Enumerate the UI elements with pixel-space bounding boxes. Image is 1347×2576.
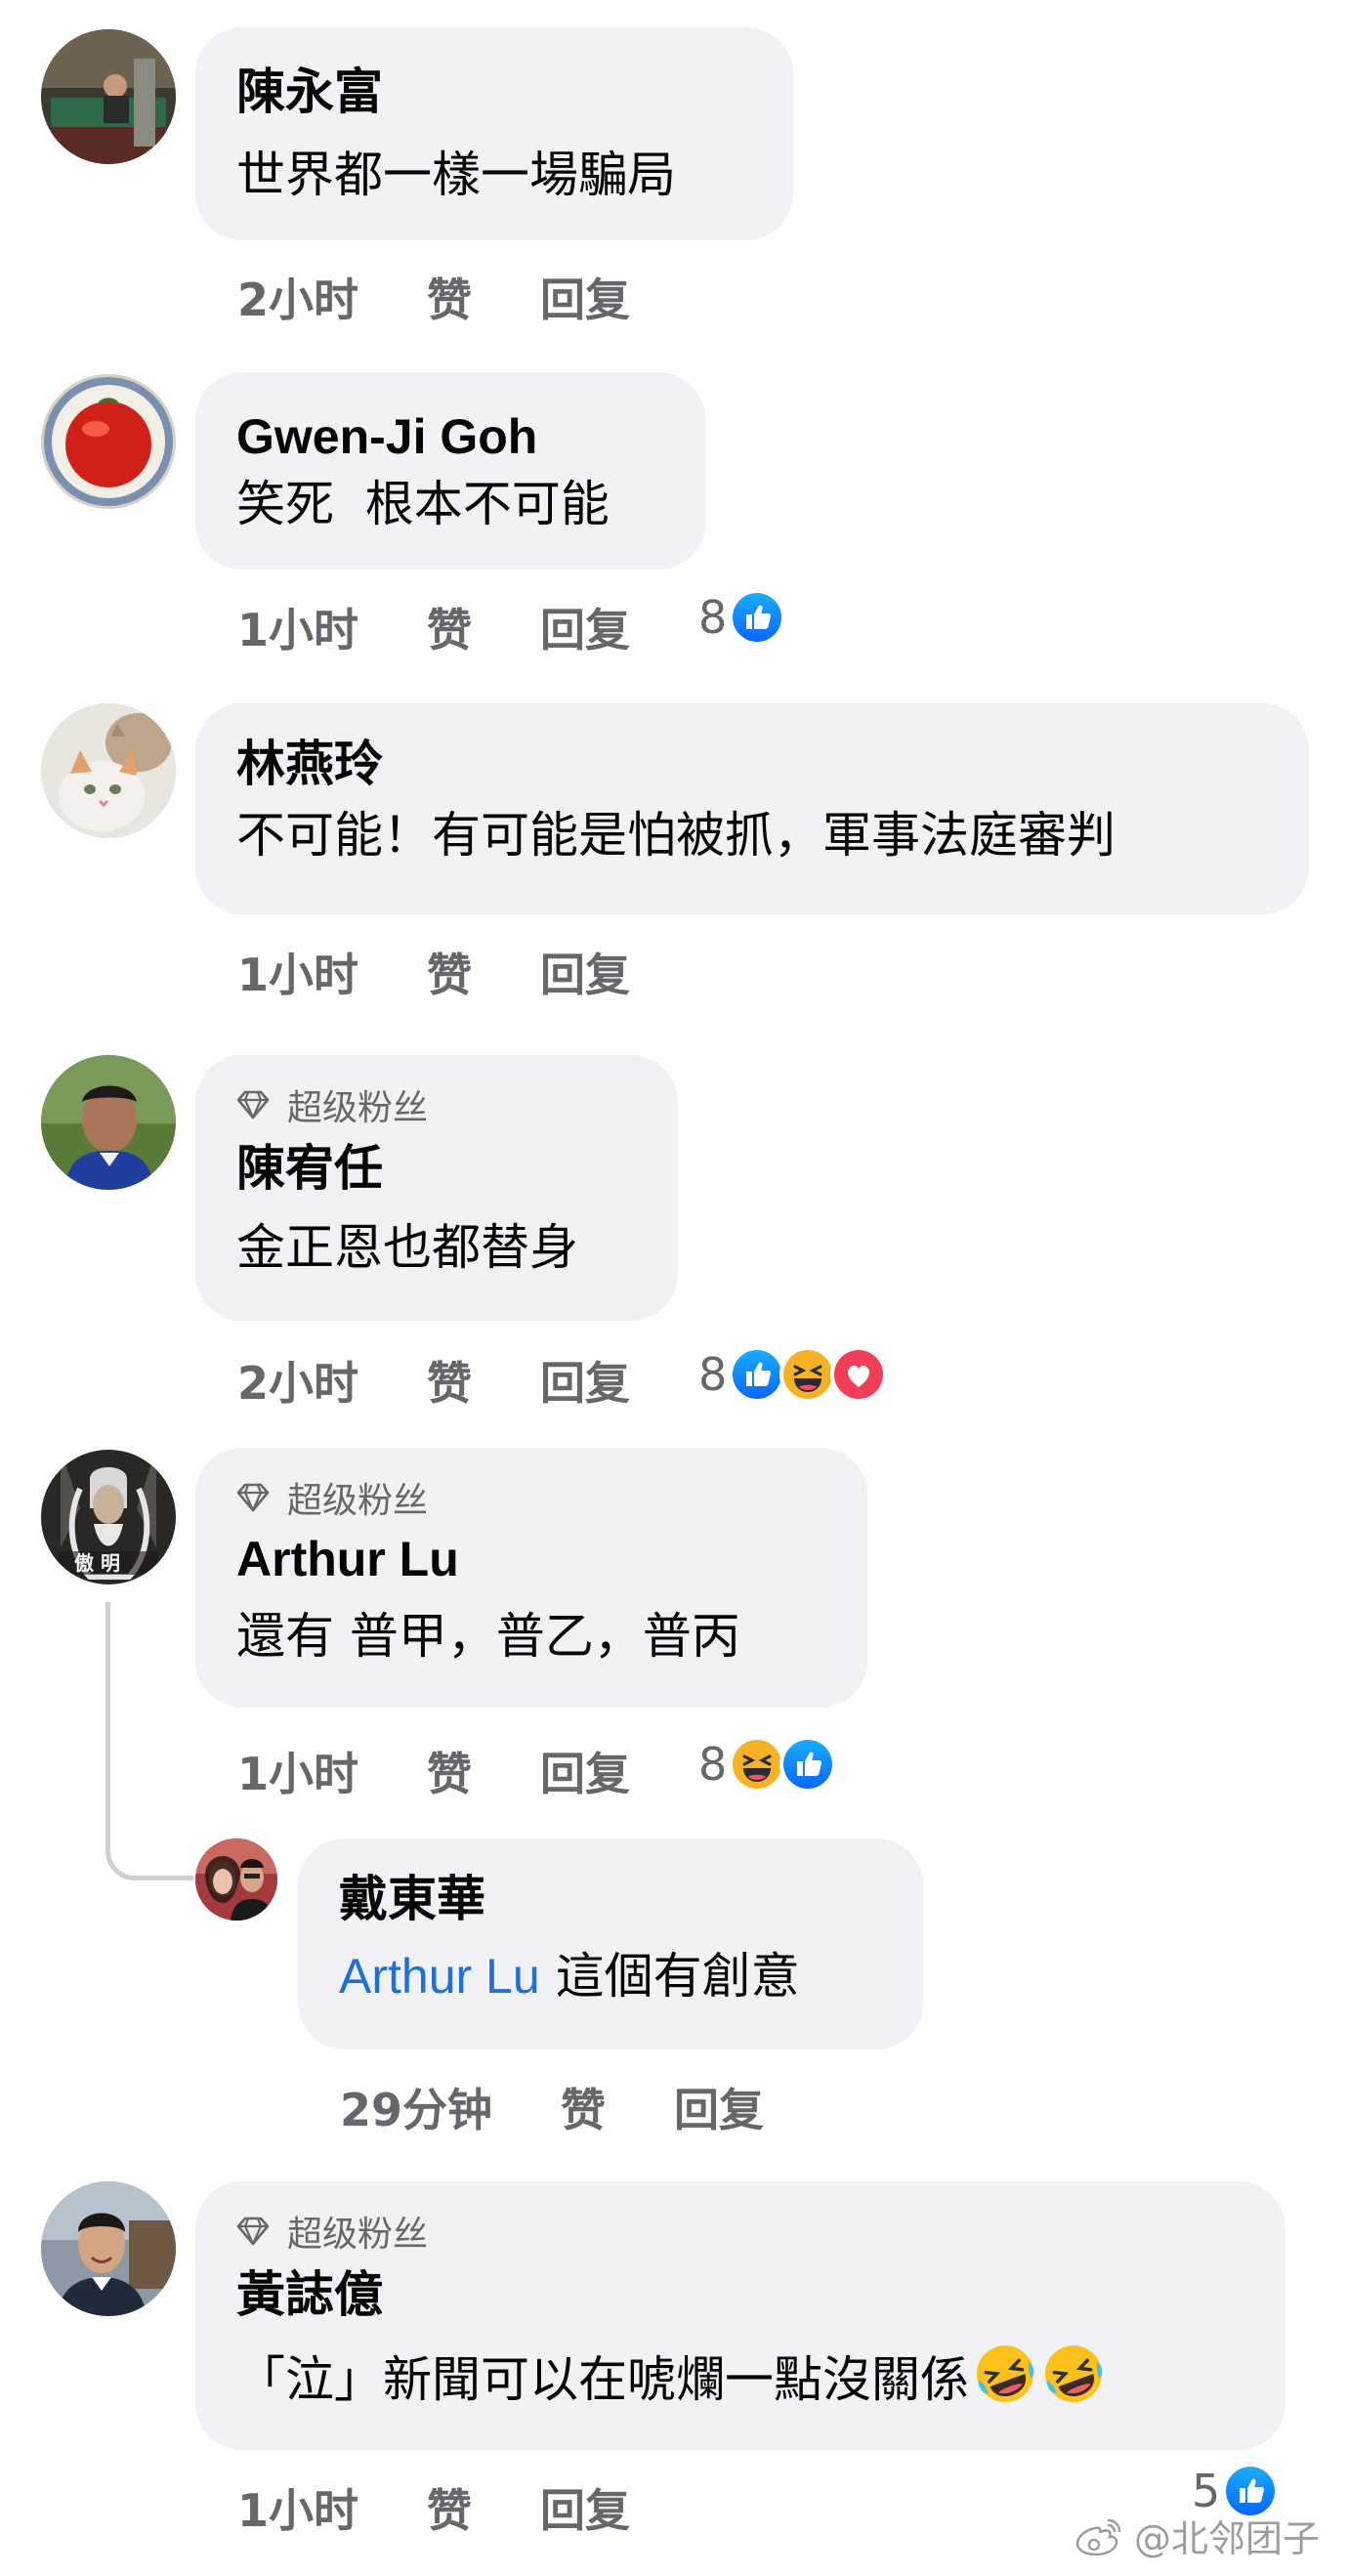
comment-meta: 1小时 赞 回复 8 <box>237 589 786 659</box>
comment-text: Arthur Lu 這個有創意 <box>339 1946 882 2006</box>
mention-link[interactable]: Arthur Lu <box>339 1949 540 2004</box>
like-button[interactable]: 赞 <box>561 2075 606 2139</box>
comment-bubble: 超级粉丝 陳宥任 金正恩也都替身 <box>195 1055 678 1321</box>
avatar[interactable] <box>41 1055 176 1190</box>
avatar[interactable] <box>41 703 176 838</box>
love-icon[interactable] <box>830 1346 888 1403</box>
avatar[interactable] <box>41 2181 176 2316</box>
weibo-icon <box>1075 2518 1121 2555</box>
comment-bubble: 戴東華 Arthur Lu 這個有創意 <box>298 1838 923 2049</box>
reaction-count[interactable]: 8 <box>698 591 727 644</box>
reply-button[interactable]: 回复 <box>674 2075 764 2139</box>
reply-text: 這個有創意 <box>555 1948 800 2005</box>
badge-label: 超级粉丝 <box>287 1481 429 1521</box>
comment-author[interactable]: 戴東華 <box>339 1870 882 1928</box>
avatar[interactable] <box>41 374 176 509</box>
haha-icon[interactable] <box>729 1736 786 1793</box>
rofl-icon <box>1041 2342 1106 2406</box>
rofl-icon <box>973 2342 1037 2406</box>
comment-author[interactable]: 陳宥任 <box>236 1139 637 1198</box>
comment-text: 還有 普甲，普乙，普丙 <box>236 1608 740 1665</box>
comment-author[interactable]: 黃誌億 <box>236 2265 1244 2324</box>
comment-bubble: 超级粉丝 Arthur Lu 還有 普甲，普乙，普丙 <box>195 1448 867 1708</box>
comment-author[interactable]: Gwen-Ji Goh <box>236 407 664 466</box>
comment-time[interactable]: 1小时 <box>237 940 358 1004</box>
comment-meta: 1小时 赞 回复 <box>237 943 698 1001</box>
comment-text: 「泣」新聞可以在唬爛一點沒關係 <box>236 2342 1244 2410</box>
like-icon[interactable] <box>729 589 786 646</box>
comment-time[interactable]: 1小时 <box>237 1739 358 1803</box>
avatar[interactable] <box>41 29 176 164</box>
comment-bubble: 林燕玲 不可能！有可能是怕被抓，軍事法庭審判 <box>195 703 1309 914</box>
reply-button[interactable]: 回复 <box>540 2475 630 2540</box>
comment-text: 不可能！有可能是怕被抓，軍事法庭審判 <box>236 807 1115 864</box>
comment-text: 笑死 根本不可能 <box>236 476 610 532</box>
comment-meta: 1小时 赞 回复 <box>237 2478 698 2537</box>
comment-text: 金正恩也都替身 <box>236 1219 578 1276</box>
reply-button[interactable]: 回复 <box>540 265 630 329</box>
like-button[interactable]: 赞 <box>427 265 472 329</box>
reaction-count[interactable]: 8 <box>698 1348 727 1401</box>
diamond-icon <box>236 2215 270 2248</box>
top-fan-badge: 超级粉丝 <box>236 1477 826 1521</box>
diamond-icon <box>236 1481 270 1514</box>
comment-bubble: 陳永富 世界都一樣一場騙局 <box>195 27 793 240</box>
comment-time[interactable]: 2小时 <box>237 1348 358 1413</box>
watermark: @北邻团子 <box>1075 2509 1320 2562</box>
comment-text: 世界都一樣一場騙局 <box>236 147 676 203</box>
comment-body: 「泣」新聞可以在唬爛一點沒關係 <box>236 2351 969 2408</box>
reply-button[interactable]: 回复 <box>540 1348 630 1413</box>
comment-bubble: Gwen-Ji Goh 笑死 根本不可能 <box>195 372 705 570</box>
comment-meta: 2小时 赞 回复 8 <box>237 1346 888 1413</box>
comment-meta: 2小时 赞 回复 <box>237 268 698 326</box>
reply-button[interactable]: 回复 <box>540 595 630 659</box>
avatar[interactable] <box>195 1838 277 1921</box>
like-button[interactable]: 赞 <box>427 1348 472 1413</box>
like-icon[interactable] <box>779 1736 837 1793</box>
diamond-icon <box>236 1088 270 1121</box>
comment-time[interactable]: 1小时 <box>237 595 358 659</box>
comment-author[interactable]: 林燕玲 <box>236 735 1268 793</box>
svg-text:傲 明: 傲 明 <box>74 1551 120 1575</box>
badge-label: 超级粉丝 <box>287 2215 429 2255</box>
comment-author[interactable]: Arthur Lu <box>236 1530 826 1588</box>
like-button[interactable]: 赞 <box>427 940 472 1004</box>
comment-author[interactable]: 陳永富 <box>236 63 752 121</box>
comment-time[interactable]: 2小时 <box>237 265 358 329</box>
badge-label: 超级粉丝 <box>287 1088 429 1128</box>
like-button[interactable]: 赞 <box>427 595 472 659</box>
haha-icon[interactable] <box>779 1346 837 1403</box>
reply-button[interactable]: 回复 <box>540 1739 630 1803</box>
top-fan-badge: 超级粉丝 <box>236 1084 637 1128</box>
like-button[interactable]: 赞 <box>427 1739 472 1803</box>
comment-meta: 29分钟 赞 回复 <box>340 2078 832 2136</box>
comment-time[interactable]: 1小时 <box>237 2475 358 2540</box>
thread-line <box>105 1602 193 1880</box>
like-button[interactable]: 赞 <box>427 2475 472 2540</box>
top-fan-badge: 超级粉丝 <box>236 2211 1244 2255</box>
like-icon[interactable] <box>729 1346 786 1403</box>
comment-meta: 1小时 赞 回复 8 <box>237 1736 837 1803</box>
comment-time[interactable]: 29分钟 <box>340 2075 492 2139</box>
comment-bubble: 超级粉丝 黃誌億 「泣」新聞可以在唬爛一點沒關係 <box>195 2181 1285 2450</box>
watermark-text: @北邻团子 <box>1133 2517 1320 2560</box>
avatar[interactable]: 傲 明 <box>41 1450 176 1584</box>
reply-button[interactable]: 回复 <box>540 940 630 1004</box>
reaction-count[interactable]: 8 <box>698 1738 727 1791</box>
